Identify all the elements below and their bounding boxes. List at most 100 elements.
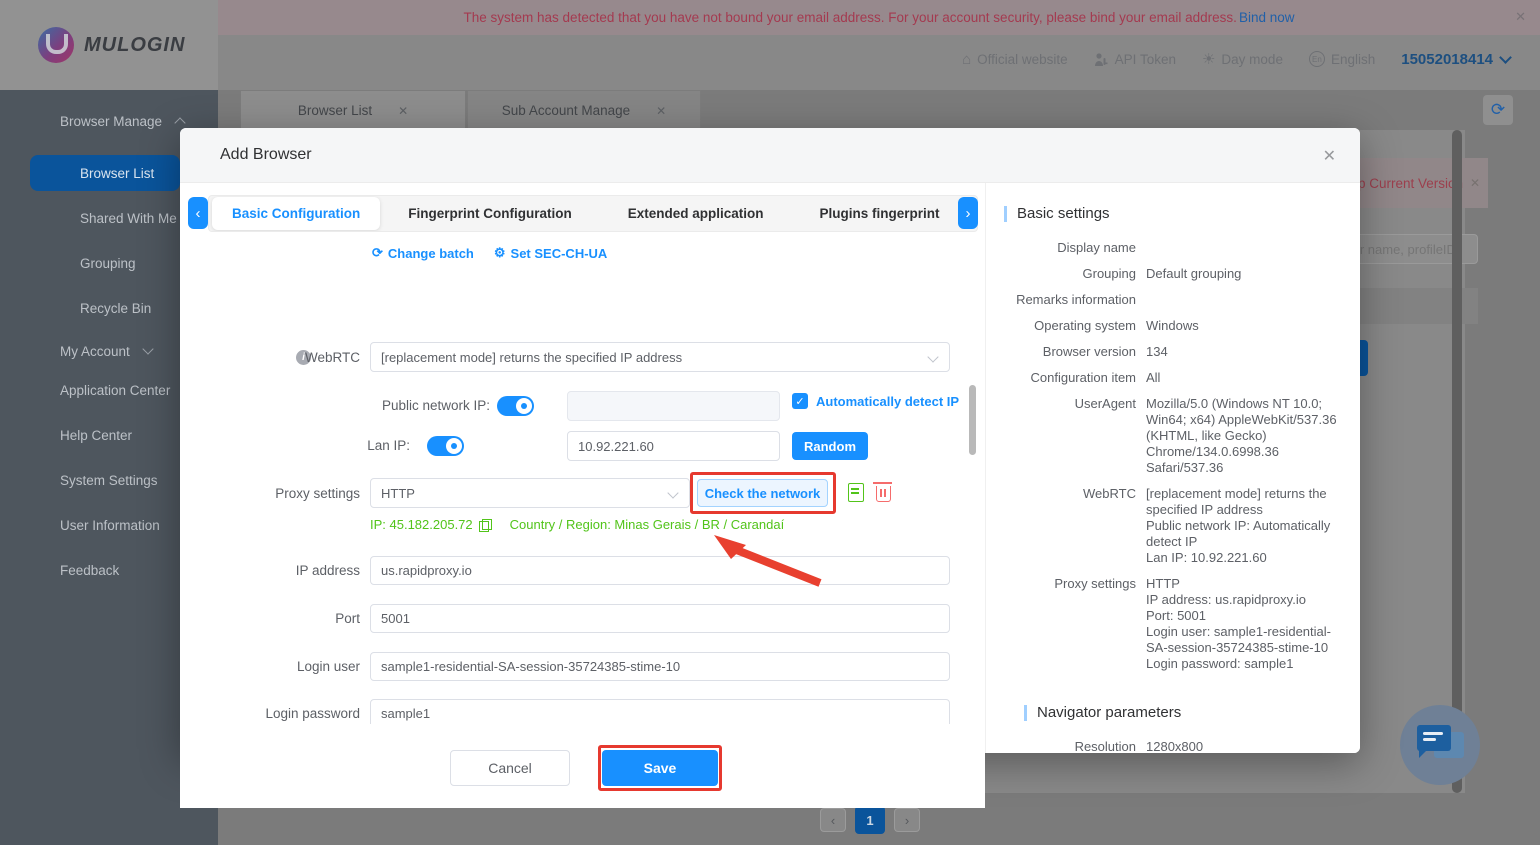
refresh-button[interactable]: ⟳ <box>1483 95 1513 125</box>
summary-row: UserAgent Mozilla/5.0 (Windows NT 10.0; W… <box>1074 396 1337 475</box>
bind-now-link[interactable]: Bind now <box>1239 10 1295 25</box>
set-sec-ch-ua-link[interactable]: ⚙ Set SEC-CH-UA <box>494 245 607 261</box>
tab-basic-configuration[interactable]: Basic Configuration <box>212 197 381 230</box>
proxy-type-select[interactable]: HTTP <box>370 478 690 508</box>
close-icon[interactable]: ✕ <box>1470 176 1480 190</box>
login-password-label: Login password <box>265 706 360 721</box>
gear-icon: ⚙ <box>493 245 506 260</box>
modal-close-icon[interactable]: ✕ <box>1323 146 1336 166</box>
copy-icon[interactable] <box>478 518 492 532</box>
account-id: 15052018414 <box>1401 50 1493 68</box>
logo: MULOGIN <box>0 0 218 90</box>
summary-row: Remarks information <box>1016 292 1136 307</box>
settings-summary-panel: Basic settings Display name Grouping Defa… <box>985 183 1360 753</box>
close-icon[interactable]: ✕ <box>398 104 408 118</box>
modal-form-column: ‹ › Basic Configuration Fingerprint Conf… <box>180 183 985 808</box>
summary-row: Resolution 1280x800 <box>1074 739 1204 753</box>
api-token-link[interactable]: API Token <box>1094 52 1176 67</box>
add-browser-modal: Add Browser ✕ ‹ › Basic Configuration Fi… <box>180 128 1360 808</box>
sidebar-item-browser-list[interactable]: Browser List <box>30 155 180 191</box>
summary-row: Operating system Windows <box>1034 318 1199 333</box>
login-password-input[interactable] <box>370 699 950 724</box>
section-bar <box>1004 205 1007 222</box>
modal-title: Add Browser <box>220 146 312 163</box>
banner-text: The system has detected that you have no… <box>463 10 1237 25</box>
screen: MULOGIN ⌂ Official website API Token ☀ D… <box>0 0 1540 845</box>
document-icon[interactable] <box>848 483 864 502</box>
account-menu[interactable]: 15052018414 <box>1401 50 1512 68</box>
refresh-icon: ⟳ <box>372 245 383 260</box>
modal-footer: Cancel Save <box>180 724 985 808</box>
navigator-parameters-heading: Navigator parameters <box>1024 704 1342 721</box>
trash-icon[interactable] <box>873 482 892 502</box>
form-vertical-scrollbar[interactable] <box>969 385 976 455</box>
logo-text: MULOGIN <box>84 33 186 56</box>
auto-detect-ip-label[interactable]: Automatically detect IP <box>816 394 959 409</box>
lan-ip-input[interactable] <box>567 431 780 461</box>
chevron-down-icon <box>142 343 154 355</box>
modal-header: Add Browser ✕ <box>180 128 1360 183</box>
basic-settings-heading: Basic settings <box>1004 205 1342 222</box>
section-bar <box>1024 704 1027 721</box>
port-input[interactable] <box>370 604 950 633</box>
pagination-next-button[interactable]: › <box>894 808 920 832</box>
banner-close-icon[interactable]: ✕ <box>1515 9 1526 25</box>
public-network-ip-label: Public network IP: <box>381 398 490 413</box>
mulogin-logo-icon <box>38 27 74 63</box>
summary-row: WebRTC [replacement mode] returns the spe… <box>1083 486 1331 565</box>
modal-tab-bar: Basic Configuration Fingerprint Configur… <box>208 195 978 232</box>
page-tab-sub-account-manage[interactable]: Sub Account Manage ✕ <box>467 90 701 130</box>
header-nav: ⌂ Official website API Token ☀ Day mode … <box>962 44 1512 74</box>
chevron-up-icon <box>174 117 186 129</box>
tab-extended-application[interactable]: Extended application <box>600 206 792 221</box>
pagination-page-1[interactable]: 1 <box>855 806 885 834</box>
login-user-label: Login user <box>296 659 360 674</box>
port-label: Port <box>335 611 360 626</box>
summary-row: Configuration item All <box>1030 370 1161 385</box>
change-batch-link[interactable]: ⟳ Change batch <box>372 245 474 261</box>
login-user-input[interactable] <box>370 652 950 681</box>
tab-fingerprint-configuration[interactable]: Fingerprint Configuration <box>380 206 599 221</box>
ip-address-input[interactable] <box>370 556 950 585</box>
webrtc-select[interactable]: [replacement mode] returns the specified… <box>370 342 950 372</box>
summary-row: Grouping Default grouping <box>1082 266 1242 281</box>
chevron-down-icon <box>1499 50 1512 64</box>
day-mode-toggle[interactable]: ☀ Day mode <box>1202 52 1283 67</box>
auto-detect-ip-checkbox[interactable]: ✓ <box>792 393 808 409</box>
pagination-prev-button[interactable]: ‹ <box>820 808 846 832</box>
summary-row: Browser version 134 <box>1042 344 1168 359</box>
random-button[interactable]: Random <box>792 432 868 460</box>
chevron-down-icon <box>667 487 679 499</box>
email-warning-banner: The system has detected that you have no… <box>218 0 1540 35</box>
proxy-ip-text: IP: 45.182.205.72 <box>370 517 473 532</box>
modal-toolbar: ⟳ Change batch ⚙ Set SEC-CH-UA <box>372 245 607 261</box>
public-ip-input[interactable] <box>567 391 780 421</box>
cancel-button[interactable]: Cancel <box>450 750 570 786</box>
save-button[interactable]: Save <box>602 750 718 786</box>
lan-ip-label: Lan IP: <box>367 438 410 453</box>
tab-plugins-fingerprint[interactable]: Plugins fingerprint <box>792 206 968 221</box>
page-tab-browser-list[interactable]: Browser List ✕ <box>240 90 466 130</box>
lan-ip-toggle[interactable] <box>427 436 464 456</box>
official-website-link[interactable]: ⌂ Official website <box>962 52 1068 67</box>
page-scrollbar[interactable] <box>1452 130 1462 793</box>
version-notice: p Current Version ✕ <box>1340 158 1488 208</box>
chevron-down-icon <box>927 351 939 363</box>
proxy-region-text: Country / Region: Minas Gerais / BR / Ca… <box>509 517 785 532</box>
proxy-settings-label: Proxy settings <box>275 486 360 501</box>
summary-row: Proxy settings HTTP IP address: us.rapidp… <box>1054 576 1331 671</box>
key-icon <box>1094 52 1108 66</box>
tabs-scroll-right-button[interactable]: › <box>958 197 978 229</box>
language-icon: En <box>1308 51 1325 67</box>
summary-row: Display name <box>1057 240 1136 255</box>
tabs-scroll-left-button[interactable]: ‹ <box>188 197 208 229</box>
ip-address-label: IP address <box>295 563 360 578</box>
sun-icon: ☀ <box>1201 50 1216 68</box>
chat-support-button[interactable] <box>1400 705 1480 785</box>
language-selector[interactable]: En English <box>1308 51 1375 67</box>
public-ip-toggle[interactable] <box>497 396 534 416</box>
check-network-button[interactable]: Check the network <box>697 479 828 507</box>
home-icon: ⌂ <box>962 50 972 68</box>
close-icon[interactable]: ✕ <box>656 104 666 118</box>
webrtc-label: WebRTC <box>304 350 360 365</box>
